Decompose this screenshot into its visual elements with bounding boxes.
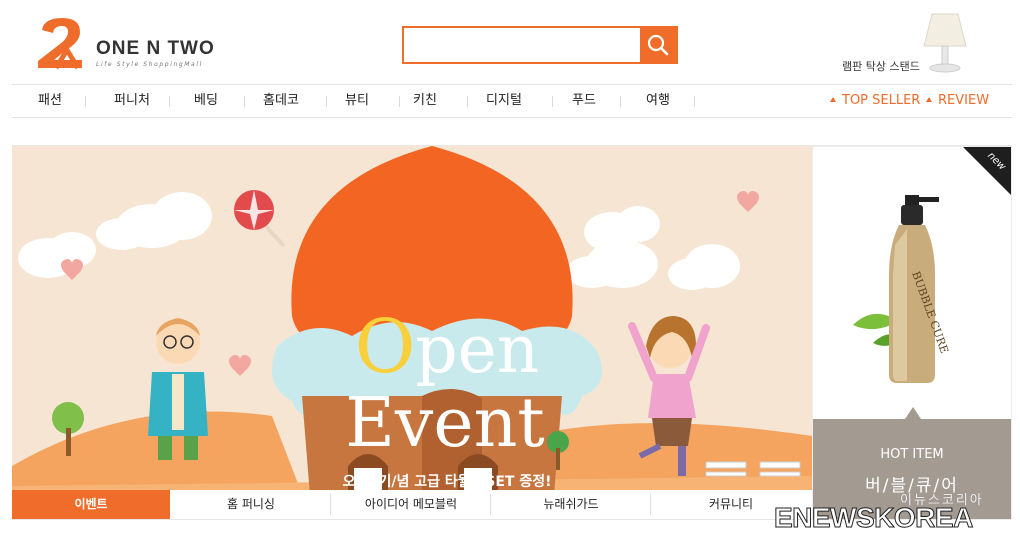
brand-name: ONE N TWO [96,38,215,59]
headline-initial: O [354,304,416,390]
banner-headline-open: Open [342,310,552,384]
tab-event[interactable]: 이벤트 [12,490,170,519]
triangle-up-icon [830,97,836,102]
lamp-promo[interactable]: 램판 탁상 스탠드 [838,10,988,76]
nav-item-beauty[interactable]: 뷰티 [337,85,377,117]
nav-divider [85,96,86,107]
main-nav: 패션 퍼니처 베딩 홈데코 뷰티 키친 디지털 푸드 여행 TOP SELLER… [12,84,1012,118]
search-button[interactable] [640,28,676,62]
top-seller-label: TOP SELLER [842,93,921,108]
hot-item-title: HOT ITEM [880,447,944,462]
nav-item-digital[interactable]: 디지털 [479,85,529,117]
nav-item-furniture[interactable]: 퍼니처 [107,85,157,117]
nav-divider [694,96,695,107]
nav-item-bedding[interactable]: 베딩 [186,85,226,117]
event-banner[interactable]: Open Event 오/픈/기/념 고급 타월 2SET 증정! [12,146,812,520]
banner-headline-event: Event [345,384,545,463]
nav-divider [169,96,170,107]
watermark-english: ENEWSKOREA [774,502,974,534]
nav-item-food[interactable]: 푸드 [564,85,604,117]
brand-tagline: Life Style ShoppingMall [96,61,203,68]
site-logo[interactable]: ONE N TWO Life Style ShoppingMall [36,16,236,70]
banner-tabs: 이벤트 홈 퍼니싱 아이디어 메모블럭 뉴래쉬가드 커뮤니티 [12,490,812,520]
nav-divider [467,96,468,107]
search-icon [647,34,669,56]
tab-home-furnishing[interactable]: 홈 퍼니싱 [172,490,330,519]
bottle-icon: BUBBLE CURE [853,195,951,383]
nav-divider [399,96,400,107]
tab-rashguard[interactable]: 뉴래쉬가드 [492,490,650,519]
nav-item-homedeco[interactable]: 홈데코 [256,85,306,117]
hot-item-card[interactable]: new BUBBLE CURE HOT ITEM 버/블/큐/어 [812,146,1012,520]
review-label: REVIEW [938,93,990,108]
tab-divider [490,494,491,515]
search-box [402,26,678,64]
logo-mark-icon [38,18,82,70]
top-seller-link[interactable]: TOP SELLER [830,85,920,117]
nav-divider [244,96,245,107]
nav-item-kitchen[interactable]: 키친 [405,85,445,117]
hot-panel-arrow [905,407,921,419]
nav-divider [326,96,327,107]
nav-divider [552,96,553,107]
nav-item-travel[interactable]: 여행 [638,85,678,117]
review-link[interactable]: REVIEW [926,85,989,117]
nav-item-fashion[interactable]: 패션 [30,85,70,117]
tab-divider [650,494,651,515]
headline-rest: pen [415,311,540,388]
promo-label: 램판 탁상 스탠드 [842,60,920,73]
lamp-icon [923,13,967,73]
tab-divider [330,494,331,515]
tab-idea-memo-block[interactable]: 아이디어 메모블럭 [332,490,490,519]
triangle-up-icon [926,97,932,102]
search-input[interactable] [404,28,640,62]
nav-divider [620,96,621,107]
banner-promo-text: 오/픈/기/념 고급 타월 2SET 증정! [342,474,552,490]
